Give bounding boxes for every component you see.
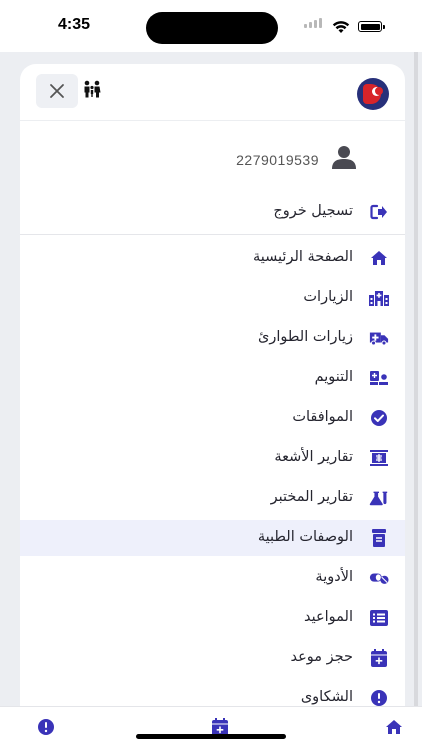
bottom-tab-bar [0, 706, 422, 751]
battery-icon [358, 21, 385, 32]
flask-icon [369, 488, 389, 508]
logout-button[interactable]: تسجيل خروج [20, 194, 405, 235]
prescription-icon [369, 528, 389, 548]
calendar-plus-icon [369, 648, 389, 668]
menu-label-lab-reports: تقارير المختبر [270, 489, 353, 505]
pills-icon [369, 568, 389, 588]
home-icon [386, 720, 402, 734]
user-id: 2279019539 [236, 152, 319, 168]
xray-icon [369, 448, 389, 468]
menu-label-medications: الأدوية [315, 569, 353, 585]
home-tab[interactable] [384, 717, 404, 737]
drawer-header [20, 64, 405, 121]
menu-label-admission: التنويم [314, 369, 353, 385]
menu-label-book-appointment: حجز موعد [290, 649, 353, 665]
list-icon [369, 608, 389, 628]
wifi-icon [332, 21, 350, 33]
logout-label: تسجيل خروج [273, 203, 353, 219]
status-time: 4:35 [58, 16, 91, 33]
menu-item-prescriptions[interactable]: الوصفات الطبية [20, 520, 405, 556]
exclamation-circle-icon [369, 688, 389, 708]
status-bar: 4:35 [0, 0, 422, 52]
menu-item-approvals[interactable]: الموافقات [20, 400, 405, 436]
menu-item-emergency-visits[interactable]: زيارات الطوارئ [20, 320, 405, 356]
logout-icon [369, 202, 389, 222]
menu-item-admission[interactable]: التنويم [20, 360, 405, 396]
complaints-tab[interactable] [36, 717, 56, 737]
menu-item-home[interactable]: الصفحة الرئيسية [20, 240, 405, 276]
menu-label-visits: الزيارات [303, 289, 353, 305]
menu-label-radiology-reports: تقارير الأشعة [274, 449, 353, 465]
home-indicator [136, 734, 286, 739]
user-icon [332, 146, 356, 169]
scrollbar[interactable] [414, 52, 418, 712]
ambulance-icon [369, 328, 389, 348]
menu-label-appointments: المواعيد [304, 609, 353, 625]
close-button[interactable] [36, 74, 78, 108]
menu-item-medications[interactable]: الأدوية [20, 560, 405, 596]
hospital-icon [369, 288, 389, 308]
side-drawer: 2279019539 تسجيل خروج الصفحة الرئيسية ال… [20, 64, 405, 714]
menu-label-complaints: الشكاوى [300, 689, 353, 705]
family-icon[interactable] [82, 80, 102, 98]
home-icon [369, 248, 389, 268]
menu-item-lab-reports[interactable]: تقارير المختبر [20, 480, 405, 516]
menu-label-home: الصفحة الرئيسية [252, 249, 353, 265]
menu-label-approvals: الموافقات [292, 409, 353, 425]
app-logo [357, 78, 389, 110]
menu-label-prescriptions: الوصفات الطبية [257, 529, 353, 545]
user-info: 2279019539 [20, 130, 405, 182]
menu-item-appointments[interactable]: المواعيد [20, 600, 405, 636]
close-icon [50, 84, 64, 98]
menu-label-emergency-visits: زيارات الطوارئ [258, 329, 353, 345]
dynamic-island [146, 12, 278, 44]
check-circle-icon [369, 408, 389, 428]
exclamation-circle-icon [38, 719, 54, 735]
hospital-bed-icon [369, 368, 389, 388]
menu-item-radiology-reports[interactable]: تقارير الأشعة [20, 440, 405, 476]
menu-item-book-appointment[interactable]: حجز موعد [20, 640, 405, 676]
menu-item-visits[interactable]: الزيارات [20, 280, 405, 316]
